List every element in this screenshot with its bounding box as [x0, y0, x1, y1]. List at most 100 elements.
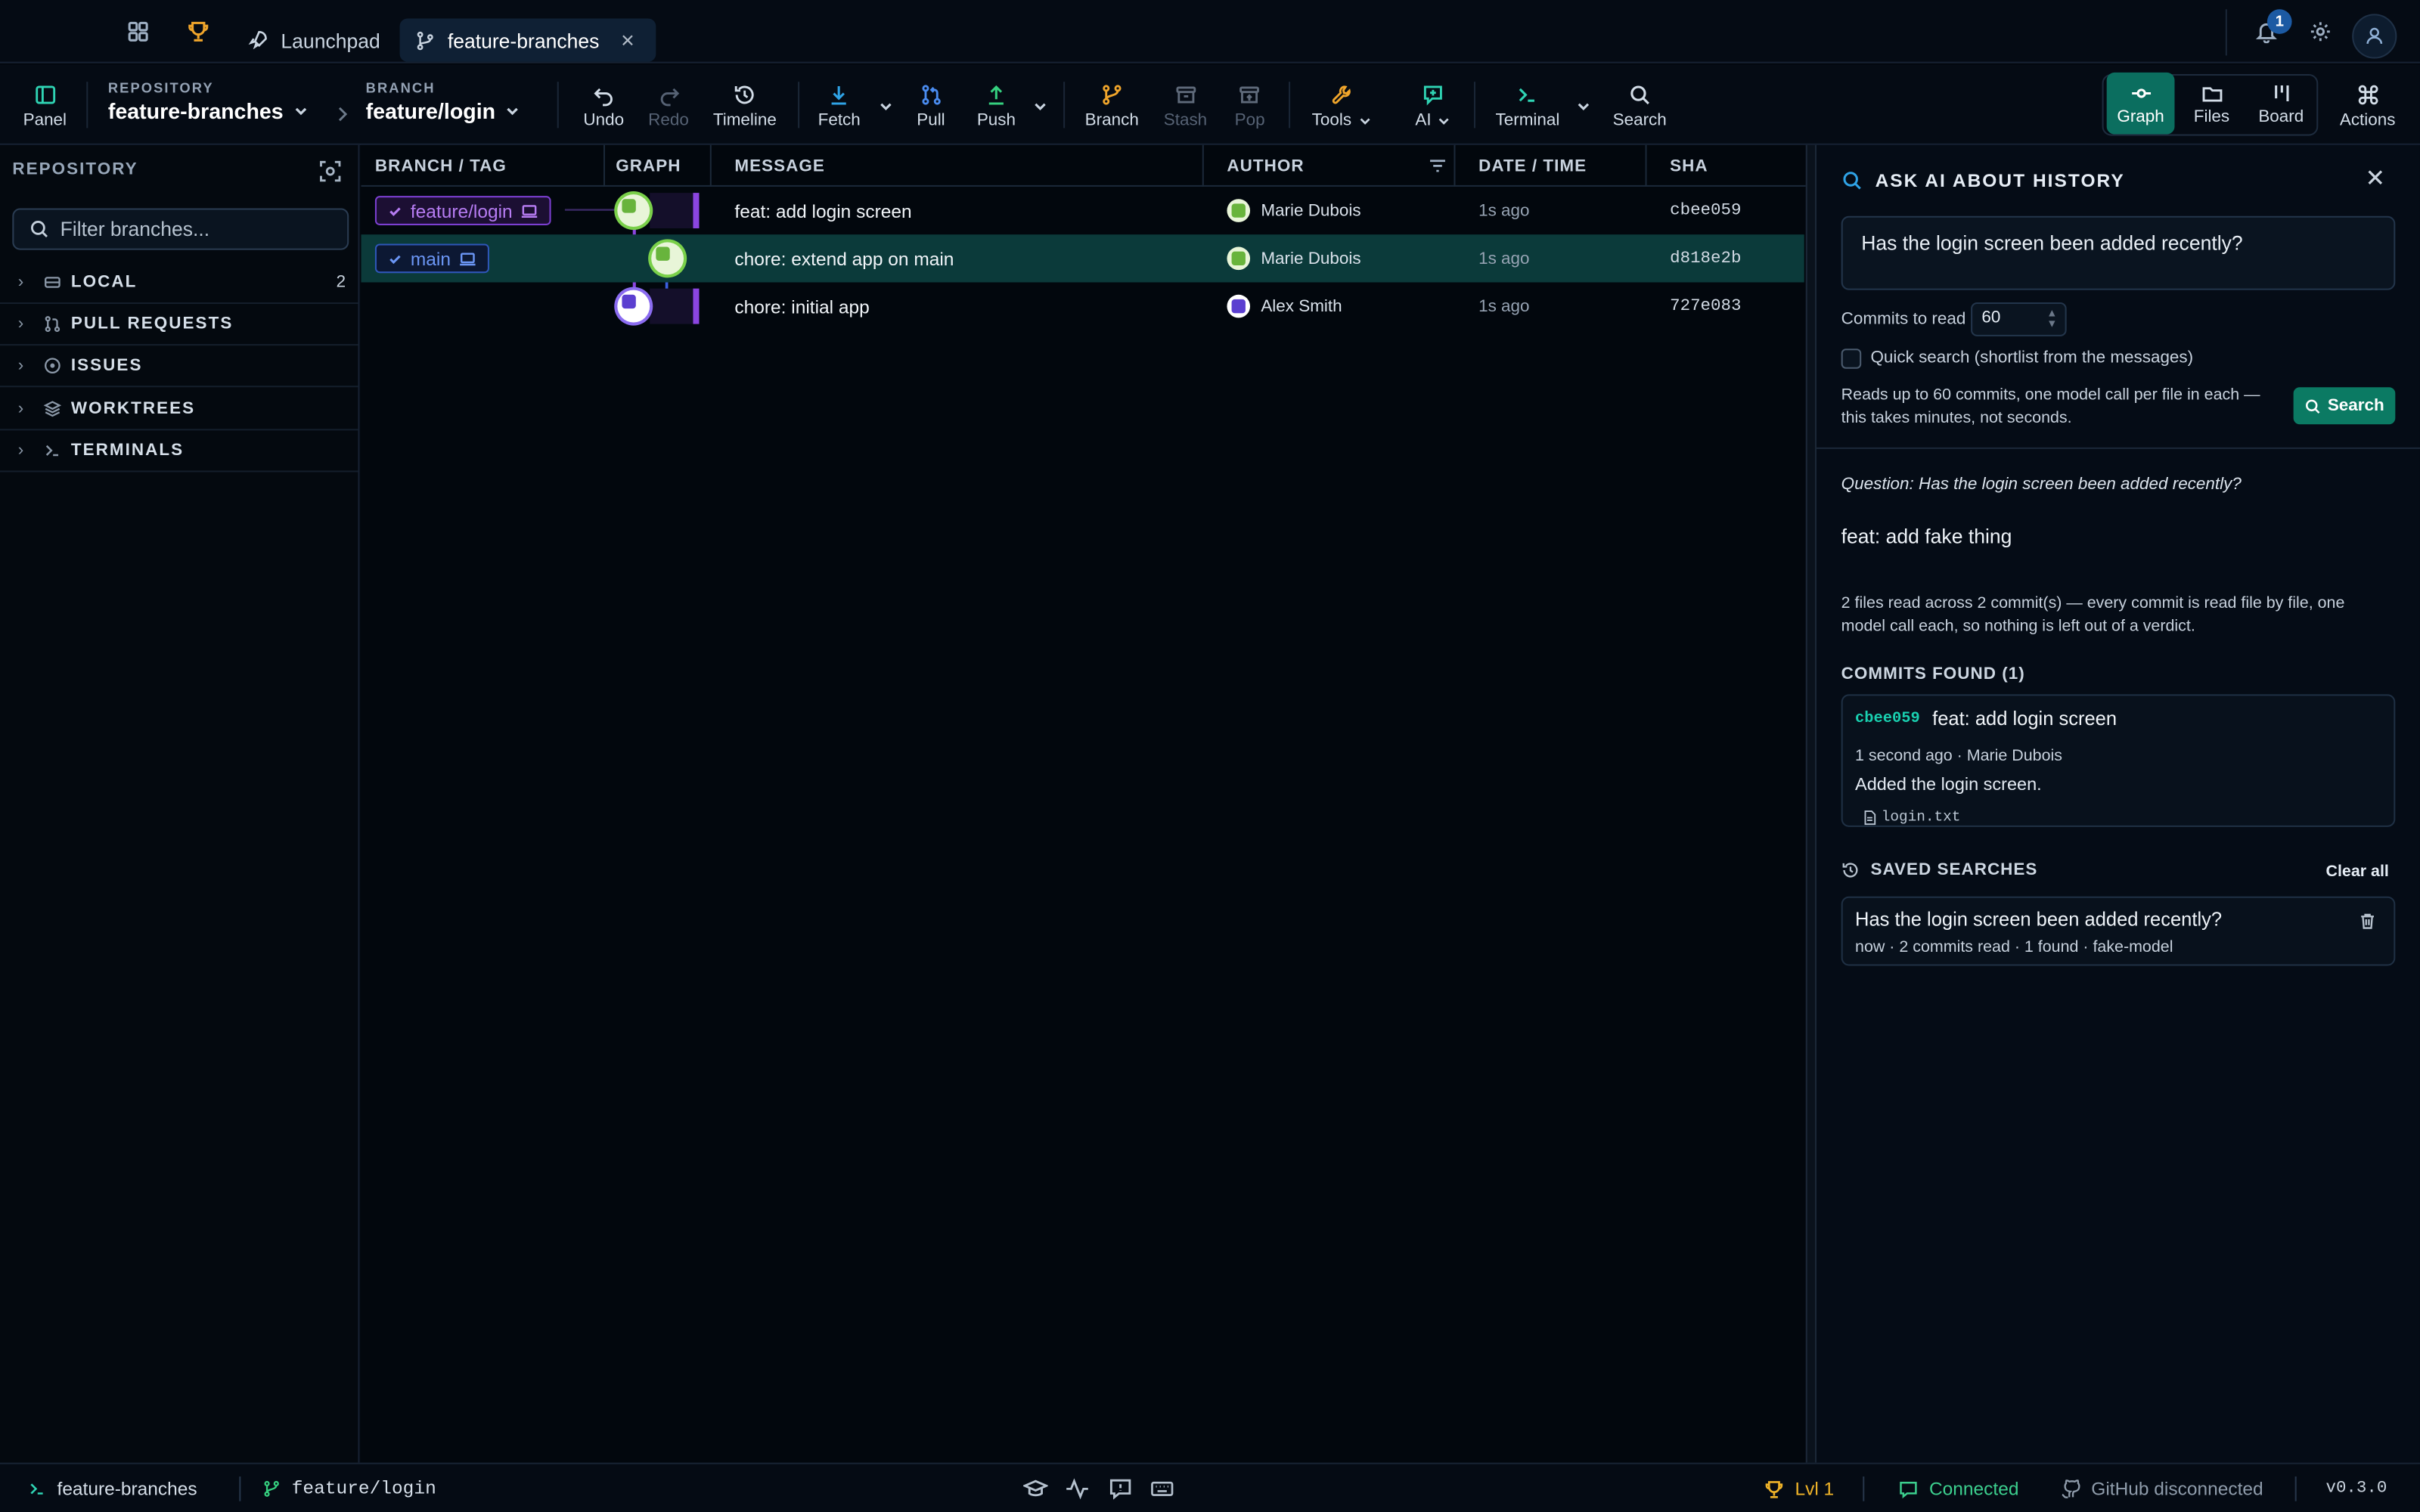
commit-node[interactable]	[617, 282, 650, 330]
clear-all-button[interactable]: Clear all	[2325, 863, 2388, 881]
column-divider[interactable]	[1454, 144, 1456, 187]
commits-to-read-input[interactable]: 60 ▲ ▼	[1971, 302, 2067, 336]
sidebar-item-terminals[interactable]: › TERMINALS	[0, 430, 358, 472]
push-label: Push	[976, 110, 1016, 130]
author-avatar	[1227, 294, 1251, 318]
result-sha[interactable]: cbee059	[1855, 711, 1920, 727]
view-board-button[interactable]: Board	[2250, 73, 2312, 135]
column-author[interactable]: AUTHOR	[1227, 145, 1304, 187]
stash-button[interactable]: Stash	[1164, 80, 1207, 129]
result-file[interactable]: login.txt	[1863, 808, 1960, 826]
sidebar-panel-icon	[31, 80, 59, 108]
activity-icon[interactable]	[1065, 1476, 1090, 1501]
scan-icon[interactable]	[318, 159, 343, 184]
status-repo[interactable]: feature-branches	[28, 1464, 197, 1512]
tab-feature-branches[interactable]: feature-branches ×	[399, 18, 656, 62]
panel-resize-handle[interactable]	[1805, 144, 1817, 1463]
archive-out-icon	[1236, 80, 1264, 108]
tab-launchpad-label: Launchpad	[281, 28, 380, 52]
table-row[interactable]: main chore: extend app on main Marie Dub…	[361, 234, 1804, 283]
column-message[interactable]: MESSAGE	[734, 145, 824, 187]
saved-search-item[interactable]: Has the login screen been added recently…	[1841, 896, 2396, 966]
commit-date: 1s ago	[1478, 296, 1530, 316]
gear-icon[interactable]	[2304, 15, 2335, 46]
board-columns-icon	[2270, 81, 2293, 104]
column-divider[interactable]	[1645, 144, 1647, 187]
result-meta: 1 second ago · Marie Dubois	[1855, 746, 2063, 766]
column-divider[interactable]	[1202, 144, 1204, 187]
fetch-options-chevron-icon[interactable]	[878, 99, 893, 114]
sidebar-item-issues[interactable]: › ISSUES	[0, 345, 358, 388]
ai-search-button[interactable]: Search	[2293, 387, 2396, 425]
file-icon	[1864, 810, 1876, 825]
actions-button[interactable]: Actions	[2340, 80, 2395, 129]
local-count: 2	[336, 273, 346, 292]
rocket-icon	[247, 29, 269, 51]
filter-branches-input[interactable]: Filter branches...	[12, 208, 349, 250]
column-divider[interactable]	[709, 144, 712, 187]
connection-label: Connected	[1929, 1478, 2019, 1500]
status-branch[interactable]: feature/login	[262, 1464, 436, 1512]
trash-icon[interactable]	[2358, 912, 2376, 930]
commits-to-read-label: Commits to read	[1841, 310, 1966, 329]
filter-icon[interactable]	[1428, 145, 1448, 187]
column-sha[interactable]: SHA	[1670, 145, 1708, 187]
tools-button[interactable]: Tools	[1312, 80, 1372, 129]
column-branch-tag[interactable]: BRANCH / TAG	[375, 145, 507, 187]
view-files-button[interactable]: Files	[2181, 73, 2243, 135]
fetch-button[interactable]: Fetch	[818, 80, 861, 129]
terminal-options-chevron-icon[interactable]	[1576, 99, 1591, 114]
question-textarea[interactable]: Has the login screen been added recently…	[1841, 215, 2396, 290]
sidebar-item-worktrees[interactable]: › WORKTREES	[0, 389, 358, 431]
feedback-icon[interactable]	[1108, 1476, 1133, 1501]
sidebar-item-pull-requests[interactable]: › PULL REQUESTS	[0, 304, 358, 346]
graduation-cap-icon[interactable]	[1023, 1476, 1048, 1501]
redo-button[interactable]: Redo	[648, 80, 689, 129]
branch-button[interactable]: Branch	[1085, 80, 1139, 129]
tab-launchpad[interactable]: Launchpad	[231, 18, 396, 61]
divider	[1473, 82, 1476, 129]
commit-message: chore: initial app	[734, 295, 870, 318]
pull-button[interactable]: Pull	[917, 80, 945, 129]
close-icon[interactable]	[2366, 168, 2384, 186]
ai-button[interactable]: AI	[1415, 80, 1451, 129]
search-button[interactable]: Search	[1613, 80, 1667, 129]
trophy-icon[interactable]	[182, 15, 213, 46]
github-status[interactable]: GitHub disconnected	[2060, 1464, 2263, 1512]
table-row[interactable]: chore: initial app Alex Smith 1s ago 727…	[361, 282, 1804, 330]
close-icon[interactable]: ×	[621, 27, 634, 54]
user-avatar-button[interactable]	[2352, 14, 2397, 59]
view-graph-button[interactable]: Graph	[2106, 72, 2175, 135]
panel-button[interactable]: Panel	[23, 80, 67, 129]
stepper-icon[interactable]: ▲ ▼	[2046, 308, 2057, 330]
push-options-chevron-icon[interactable]	[1032, 99, 1047, 114]
author-avatar	[1227, 199, 1251, 222]
undo-button[interactable]: Undo	[583, 80, 624, 129]
column-divider[interactable]	[603, 144, 605, 187]
grid-icon[interactable]	[122, 15, 153, 46]
level-indicator[interactable]: Lvl 1	[1764, 1464, 1834, 1512]
sidebar-item-local[interactable]: › LOCAL 2	[0, 262, 358, 305]
commit-node[interactable]	[617, 187, 650, 234]
branch-tag-feature-login[interactable]: feature/login	[374, 196, 551, 225]
terminal-button[interactable]: Terminal	[1496, 80, 1559, 129]
repository-selector[interactable]: REPOSITORY feature-branches	[108, 80, 308, 123]
column-graph[interactable]: GRAPH	[616, 145, 681, 187]
history-icon	[731, 80, 759, 108]
keyboard-icon[interactable]	[1150, 1476, 1174, 1501]
result-message: feat: add login screen	[1932, 708, 2118, 730]
connection-status[interactable]: Connected	[1898, 1464, 2018, 1512]
timeline-button[interactable]: Timeline	[713, 80, 777, 129]
commit-node[interactable]	[651, 234, 684, 282]
pop-button[interactable]: Pop	[1235, 80, 1265, 129]
branch-tag-main[interactable]: main	[374, 243, 489, 274]
column-date-time[interactable]: DATE / TIME	[1478, 145, 1587, 187]
sidebar-item-label: WORKTREES	[70, 399, 196, 419]
quick-search-checkbox[interactable]	[1841, 349, 1862, 369]
divider	[1289, 82, 1291, 129]
table-row[interactable]: feature/login feat: add login screen Mar…	[361, 187, 1804, 234]
commit-result-card[interactable]: cbee059 feat: add login screen 1 second …	[1841, 694, 2396, 827]
chevron-right-icon: ›	[17, 273, 26, 292]
branch-selector[interactable]: BRANCH feature/login	[366, 80, 520, 123]
push-button[interactable]: Push	[977, 80, 1016, 129]
